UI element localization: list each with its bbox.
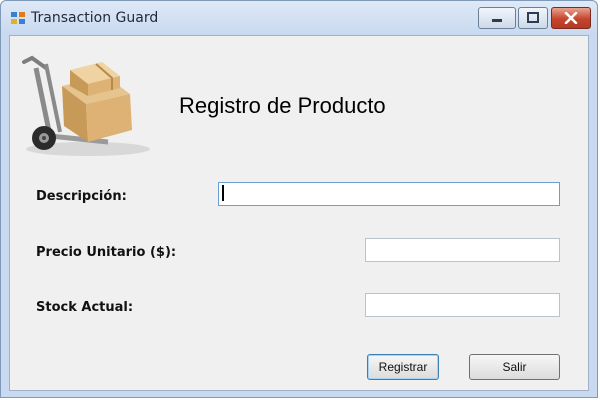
close-icon — [564, 12, 578, 24]
close-button[interactable] — [551, 7, 591, 29]
app-icon — [11, 12, 25, 24]
hand-truck-with-boxes-icon — [22, 55, 150, 156]
app-window: Transaction Guard Registro de Producto D… — [0, 0, 598, 398]
description-input[interactable] — [218, 182, 560, 206]
form-client-area: Registro de Producto Descripción: Precio… — [9, 35, 589, 391]
register-button[interactable]: Registrar — [367, 354, 439, 380]
unit-price-input[interactable] — [365, 238, 560, 262]
current-stock-input[interactable] — [365, 293, 560, 317]
current-stock-label: Stock Actual: — [36, 300, 134, 315]
text-cursor — [222, 185, 224, 201]
description-label: Descripción: — [36, 189, 127, 204]
exit-button[interactable]: Salir — [469, 354, 560, 380]
minimize-button[interactable] — [478, 7, 516, 29]
window-title: Transaction Guard — [31, 10, 159, 26]
maximize-icon — [527, 12, 539, 23]
title-bar[interactable]: Transaction Guard — [1, 1, 597, 35]
page-title: Registro de Producto — [179, 93, 386, 118]
minimize-icon — [492, 19, 502, 22]
unit-price-label: Precio Unitario ($): — [36, 245, 177, 260]
maximize-button[interactable] — [518, 7, 548, 29]
